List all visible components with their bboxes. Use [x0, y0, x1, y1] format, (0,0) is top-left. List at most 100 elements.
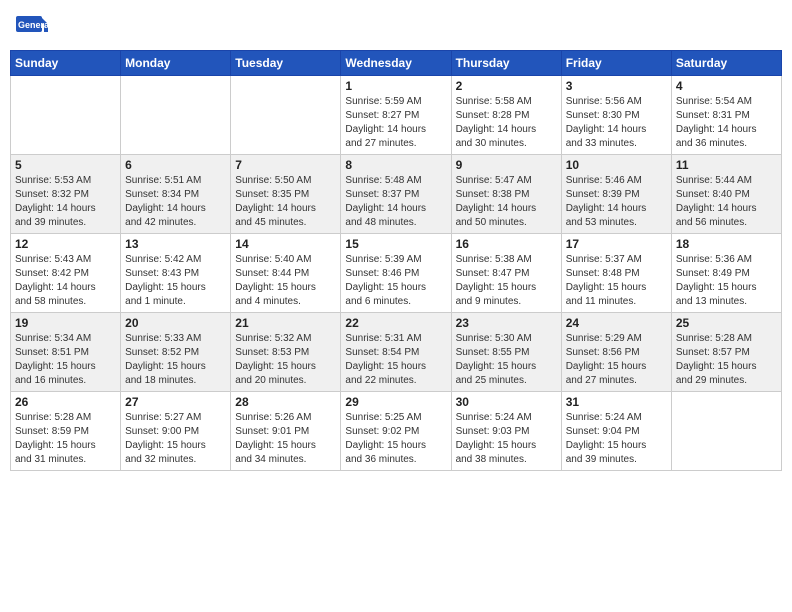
day-info: Sunrise: 5:50 AM Sunset: 8:35 PM Dayligh… [235, 174, 336, 230]
day-number: 5 [15, 158, 116, 172]
table-row: 17Sunrise: 5:37 AM Sunset: 8:48 PM Dayli… [561, 234, 671, 313]
day-info: Sunrise: 5:42 AM Sunset: 8:43 PM Dayligh… [125, 253, 226, 309]
day-info: Sunrise: 5:54 AM Sunset: 8:31 PM Dayligh… [676, 95, 777, 151]
calendar-week-3: 12 Sunrise: 5:43 AM Sunset: 8:42 PM Dayli… [11, 234, 782, 313]
table-row: 6 Sunrise: 5:51 AM Sunset: 8:34 PM Daylig… [121, 155, 231, 234]
day-number: 24 [566, 316, 667, 330]
table-row: 24 Sunrise: 5:29 AM Sunset: 8:56 PM Dayli… [561, 313, 671, 392]
table-row: 29 Sunrise: 5:25 AM Sunset: 9:02 PM Dayli… [341, 392, 451, 471]
day-number: 12 [15, 237, 116, 251]
day-info: Sunrise: 5:51 AM Sunset: 8:34 PM Dayligh… [125, 174, 226, 230]
day-info: Sunrise: 5:43 AM Sunset: 8:42 PM Dayligh… [15, 253, 116, 309]
table-row: 20 Sunrise: 5:33 AM Sunset: 8:52 PM Dayli… [121, 313, 231, 392]
day-info: Sunrise: 5:46 AM Sunset: 8:39 PM Dayligh… [566, 174, 667, 230]
table-row: 21 Sunrise: 5:32 AM Sunset: 8:53 PM Dayli… [231, 313, 341, 392]
day-number: 6 [125, 158, 226, 172]
day-number: 28 [235, 395, 336, 409]
table-row: 19 Sunrise: 5:34 AM Sunset: 8:51 PM Dayli… [11, 313, 121, 392]
table-row: 1Sunrise: 5:59 AM Sunset: 8:27 PM Daylig… [341, 76, 451, 155]
day-header-thursday: Thursday [451, 51, 561, 76]
table-row: 26Sunrise: 5:28 AM Sunset: 8:59 PM Dayli… [11, 392, 121, 471]
table-row: 5 Sunrise: 5:53 AM Sunset: 8:32 PM Daylig… [11, 155, 121, 234]
logo: General [16, 14, 48, 38]
table-row [231, 76, 341, 155]
table-row [11, 76, 121, 155]
day-info: Sunrise: 5:40 AM Sunset: 8:44 PM Dayligh… [235, 253, 336, 309]
day-info: Sunrise: 5:25 AM Sunset: 9:02 PM Dayligh… [345, 411, 446, 467]
table-row: 10 Sunrise: 5:46 AM Sunset: 8:39 PM Dayli… [561, 155, 671, 234]
day-info: Sunrise: 5:33 AM Sunset: 8:52 PM Dayligh… [125, 332, 226, 388]
day-info: Sunrise: 5:28 AM Sunset: 8:57 PM Dayligh… [676, 332, 777, 388]
day-header-wednesday: Wednesday [341, 51, 451, 76]
table-row: 22 Sunrise: 5:31 AM Sunset: 8:54 PM Dayli… [341, 313, 451, 392]
logo-icon: General [16, 14, 48, 36]
day-info: Sunrise: 5:34 AM Sunset: 8:51 PM Dayligh… [15, 332, 116, 388]
calendar-week-1: 1Sunrise: 5:59 AM Sunset: 8:27 PM Daylig… [11, 76, 782, 155]
day-header-monday: Monday [121, 51, 231, 76]
table-row: 30Sunrise: 5:24 AM Sunset: 9:03 PM Dayli… [451, 392, 561, 471]
day-info: Sunrise: 5:29 AM Sunset: 8:56 PM Dayligh… [566, 332, 667, 388]
day-info: Sunrise: 5:48 AM Sunset: 8:37 PM Dayligh… [345, 174, 446, 230]
day-number: 9 [456, 158, 557, 172]
table-row: 2Sunrise: 5:58 AM Sunset: 8:28 PM Daylig… [451, 76, 561, 155]
day-info: Sunrise: 5:47 AM Sunset: 8:38 PM Dayligh… [456, 174, 557, 230]
day-info: Sunrise: 5:59 AM Sunset: 8:27 PM Dayligh… [345, 95, 446, 151]
day-number: 30 [456, 395, 557, 409]
day-info: Sunrise: 5:39 AM Sunset: 8:46 PM Dayligh… [345, 253, 446, 309]
table-row: 16 Sunrise: 5:38 AM Sunset: 8:47 PM Dayli… [451, 234, 561, 313]
day-header-tuesday: Tuesday [231, 51, 341, 76]
day-number: 23 [456, 316, 557, 330]
day-number: 29 [345, 395, 446, 409]
day-header-sunday: Sunday [11, 51, 121, 76]
table-row: 18 Sunrise: 5:36 AM Sunset: 8:49 PM Dayli… [671, 234, 781, 313]
day-number: 20 [125, 316, 226, 330]
table-row: 23 Sunrise: 5:30 AM Sunset: 8:55 PM Dayli… [451, 313, 561, 392]
day-info: Sunrise: 5:56 AM Sunset: 8:30 PM Dayligh… [566, 95, 667, 151]
day-number: 7 [235, 158, 336, 172]
day-info: Sunrise: 5:44 AM Sunset: 8:40 PM Dayligh… [676, 174, 777, 230]
table-row: 9 Sunrise: 5:47 AM Sunset: 8:38 PM Daylig… [451, 155, 561, 234]
calendar-week-5: 26Sunrise: 5:28 AM Sunset: 8:59 PM Dayli… [11, 392, 782, 471]
table-row: 3 Sunrise: 5:56 AM Sunset: 8:30 PM Daylig… [561, 76, 671, 155]
day-number: 19 [15, 316, 116, 330]
table-row: 28 Sunrise: 5:26 AM Sunset: 9:01 PM Dayli… [231, 392, 341, 471]
day-number: 2 [456, 79, 557, 93]
calendar: SundayMondayTuesdayWednesdayThursdayFrid… [10, 50, 782, 471]
table-row: 8 Sunrise: 5:48 AM Sunset: 8:37 PM Daylig… [341, 155, 451, 234]
table-row: 4 Sunrise: 5:54 AM Sunset: 8:31 PM Daylig… [671, 76, 781, 155]
day-number: 27 [125, 395, 226, 409]
day-number: 10 [566, 158, 667, 172]
day-info: Sunrise: 5:28 AM Sunset: 8:59 PM Dayligh… [15, 411, 116, 467]
table-row: 25 Sunrise: 5:28 AM Sunset: 8:57 PM Dayli… [671, 313, 781, 392]
day-number: 22 [345, 316, 446, 330]
header-row: SundayMondayTuesdayWednesdayThursdayFrid… [11, 51, 782, 76]
calendar-week-2: 5 Sunrise: 5:53 AM Sunset: 8:32 PM Daylig… [11, 155, 782, 234]
svg-text:General: General [18, 20, 48, 30]
calendar-week-4: 19 Sunrise: 5:34 AM Sunset: 8:51 PM Dayli… [11, 313, 782, 392]
day-number: 8 [345, 158, 446, 172]
day-info: Sunrise: 5:53 AM Sunset: 8:32 PM Dayligh… [15, 174, 116, 230]
table-row [671, 392, 781, 471]
day-info: Sunrise: 5:24 AM Sunset: 9:04 PM Dayligh… [566, 411, 667, 467]
day-number: 25 [676, 316, 777, 330]
day-number: 21 [235, 316, 336, 330]
table-row: 11Sunrise: 5:44 AM Sunset: 8:40 PM Dayli… [671, 155, 781, 234]
day-info: Sunrise: 5:38 AM Sunset: 8:47 PM Dayligh… [456, 253, 557, 309]
day-info: Sunrise: 5:36 AM Sunset: 8:49 PM Dayligh… [676, 253, 777, 309]
day-info: Sunrise: 5:31 AM Sunset: 8:54 PM Dayligh… [345, 332, 446, 388]
day-number: 14 [235, 237, 336, 251]
day-number: 31 [566, 395, 667, 409]
day-header-saturday: Saturday [671, 51, 781, 76]
day-info: Sunrise: 5:32 AM Sunset: 8:53 PM Dayligh… [235, 332, 336, 388]
day-number: 4 [676, 79, 777, 93]
day-number: 18 [676, 237, 777, 251]
header: General [10, 10, 782, 42]
day-number: 16 [456, 237, 557, 251]
day-info: Sunrise: 5:30 AM Sunset: 8:55 PM Dayligh… [456, 332, 557, 388]
day-number: 3 [566, 79, 667, 93]
day-info: Sunrise: 5:26 AM Sunset: 9:01 PM Dayligh… [235, 411, 336, 467]
day-header-friday: Friday [561, 51, 671, 76]
table-row: 14 Sunrise: 5:40 AM Sunset: 8:44 PM Dayli… [231, 234, 341, 313]
table-row: 7 Sunrise: 5:50 AM Sunset: 8:35 PM Daylig… [231, 155, 341, 234]
table-row: 12 Sunrise: 5:43 AM Sunset: 8:42 PM Dayli… [11, 234, 121, 313]
